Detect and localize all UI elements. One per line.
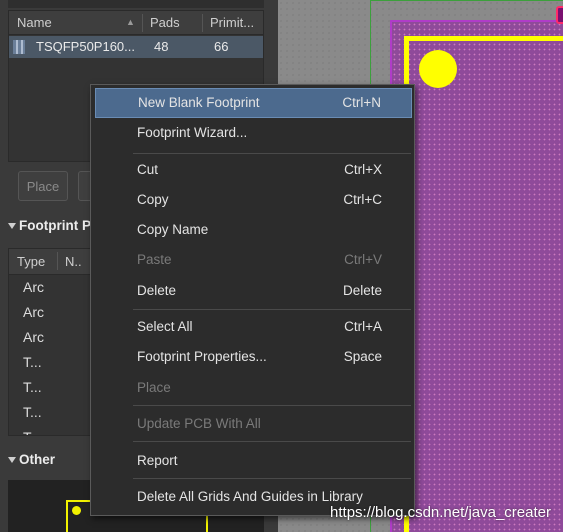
column-header-type[interactable]: Type — [9, 249, 45, 273]
menu-item-footprint-properties[interactable]: Footprint Properties... Space — [95, 342, 412, 372]
menu-item-cut[interactable]: Cut Ctrl+X — [95, 155, 412, 185]
primitive-row[interactable]: Arc — [23, 275, 44, 300]
footprint-name: TSQFP50P160... — [36, 39, 135, 54]
panel-top-strip — [8, 0, 264, 8]
menu-item-delete[interactable]: Delete Delete — [95, 276, 412, 306]
menu-item-new-blank-footprint[interactable]: New Blank Footprint Ctrl+N — [95, 88, 412, 118]
menu-item-copy-name[interactable]: Copy Name — [95, 215, 412, 245]
menu-separator — [133, 478, 411, 479]
column-header-name[interactable]: Name — [9, 11, 52, 35]
menu-separator — [133, 309, 411, 310]
pad-corner — [556, 6, 563, 24]
footprint-list-header: Name ▲ Pads Primit... — [9, 11, 263, 35]
column-header-pads[interactable]: Pads — [142, 11, 180, 35]
primitive-row[interactable]: Arc — [23, 300, 44, 325]
menu-item-footprint-wizard[interactable]: Footprint Wizard... — [95, 118, 412, 148]
place-button[interactable]: Place — [18, 171, 68, 201]
menu-item-report[interactable]: Report — [95, 446, 412, 476]
footprint-primitives: 66 — [214, 39, 229, 54]
footprint-icon — [13, 40, 25, 54]
footprint-pads: 48 — [154, 39, 169, 54]
column-header-primitives[interactable]: Primit... — [202, 11, 254, 35]
menu-separator — [133, 441, 411, 442]
collapse-arrow-icon[interactable] — [8, 457, 16, 463]
primitive-row[interactable]: T... — [23, 400, 42, 425]
silkscreen-outline — [404, 36, 563, 532]
primitive-row[interactable]: T... — [23, 375, 42, 400]
menu-separator — [133, 153, 411, 154]
context-menu: New Blank Footprint Ctrl+N Footprint Wiz… — [90, 84, 415, 516]
footprint-row[interactable]: TSQFP50P160... 48 66 — [9, 36, 263, 58]
menu-item-select-all[interactable]: Select All Ctrl+A — [95, 312, 412, 342]
menu-item-place: Place — [137, 380, 171, 395]
collapse-arrow-icon[interactable] — [8, 223, 16, 229]
sort-ascending-icon: ▲ — [126, 17, 135, 27]
watermark-text: https://blog.csdn.net/java_creater — [330, 504, 551, 521]
menu-item-paste: Paste Ctrl+V — [137, 252, 382, 267]
pin-one-marker — [419, 50, 457, 88]
menu-item-copy[interactable]: Copy Ctrl+C — [95, 185, 412, 215]
preview-pin-marker — [72, 506, 81, 515]
menu-separator — [133, 405, 411, 406]
column-header-name[interactable]: N.. — [57, 249, 82, 273]
primitive-row[interactable]: T... — [23, 425, 42, 435]
menu-item-update-pcb-with-all: Update PCB With All — [137, 416, 261, 431]
primitive-row[interactable]: T... — [23, 350, 42, 375]
primitive-row[interactable]: Arc — [23, 325, 44, 350]
